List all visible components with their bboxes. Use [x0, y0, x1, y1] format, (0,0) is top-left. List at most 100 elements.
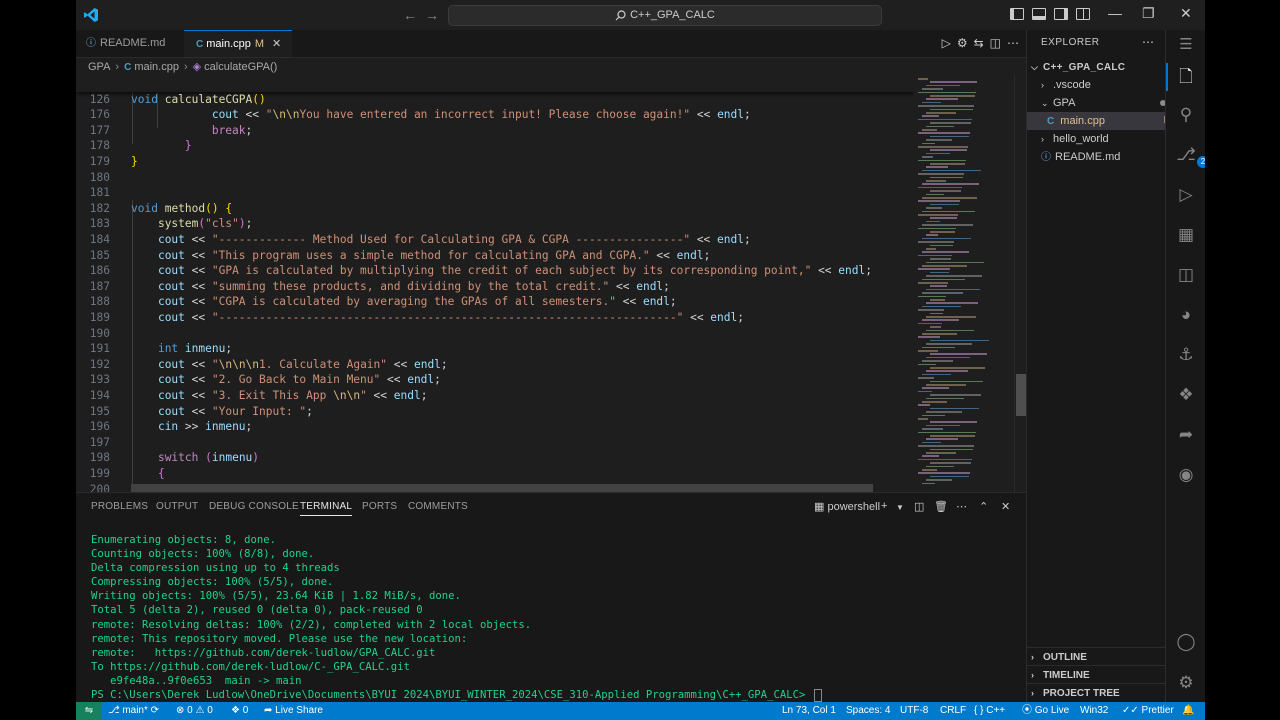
tab-main-cpp[interactable]: Cmain.cpp M ✕: [184, 30, 292, 57]
token: ;: [743, 232, 751, 246]
compare-icon[interactable]: ⇆: [974, 36, 990, 50]
minimap-line: [926, 112, 956, 114]
live-share-button[interactable]: ➦ Live Share: [264, 702, 323, 720]
token: ;: [669, 295, 677, 309]
prettier-label: Prettier: [1141, 705, 1174, 716]
minimap-line: [926, 152, 950, 155]
code-line: 189 cout << "---------------------------…: [76, 294, 744, 324]
ports-count[interactable]: ❖ 0: [231, 702, 248, 720]
code-line: 188 cout << "CGPA is calculated by avera…: [76, 279, 677, 308]
cursor-position[interactable]: Ln 73, Col 1: [782, 702, 836, 720]
settings-gear-icon[interactable]: ⚙: [957, 36, 974, 50]
tree-item-hello-world[interactable]: › hello_world: [1027, 130, 1180, 148]
panel-tab-ports[interactable]: PORTS: [362, 501, 397, 512]
minimap-line: [918, 159, 966, 162]
forward-arrow-icon[interactable]: →: [425, 7, 439, 23]
github-icon[interactable]: ◉: [1175, 464, 1197, 486]
close-tab-icon[interactable]: ✕: [272, 38, 281, 50]
close-window-button[interactable]: ✕: [1180, 5, 1192, 22]
minimize-button[interactable]: —: [1108, 5, 1122, 21]
project-tree-section[interactable]: › PROJECT TREE: [1027, 683, 1170, 702]
timeline-section[interactable]: › TIMELINE: [1027, 665, 1170, 684]
panel-tab-output[interactable]: OUTPUT: [156, 501, 198, 512]
language-mode[interactable]: { } C++: [974, 702, 1005, 720]
problems-count[interactable]: ⊗ 0 ⚠ 0: [176, 702, 213, 720]
command-center-search[interactable]: C++_GPA_CALC: [448, 5, 882, 26]
minimap[interactable]: [914, 76, 1014, 492]
new-terminal-icon[interactable]: +: [881, 500, 887, 512]
account-icon[interactable]: ◯: [1175, 631, 1197, 653]
live-share-icon[interactable]: ➦: [1175, 424, 1197, 446]
panel-tab-debug-console[interactable]: DEBUG CONSOLE: [209, 501, 299, 512]
prettier-button[interactable]: ✓✓ Prettier: [1122, 702, 1174, 720]
code-line: 197: [76, 419, 116, 449]
go-live-button[interactable]: ⦿ Go Live: [1022, 702, 1069, 720]
menu-icon[interactable]: ☰: [1175, 34, 1197, 56]
toggle-primary-sidebar-icon[interactable]: [1010, 8, 1024, 20]
extensions-icon[interactable]: ▦: [1175, 224, 1197, 246]
scrollbar-thumb[interactable]: [1016, 374, 1026, 416]
encoding[interactable]: UTF-8: [900, 702, 928, 720]
breadcrumb-symbol[interactable]: calculateGPA(): [204, 61, 277, 73]
horizontal-scrollbar[interactable]: [131, 484, 873, 492]
restore-button[interactable]: ❐: [1142, 5, 1155, 22]
tree-item-vscode[interactable]: › .vscode: [1027, 76, 1180, 94]
platform[interactable]: Win32: [1080, 702, 1108, 720]
docker-icon[interactable]: ⚓: [1175, 344, 1197, 366]
tree-item-label: GPA: [1053, 97, 1076, 109]
code-editor[interactable]: 126void calculateCGPA() 176 cout << "\n\…: [76, 76, 914, 492]
minimap-line: [918, 458, 972, 461]
chevron-down-icon: ⌄: [1041, 98, 1049, 108]
remote-indicator-icon[interactable]: ⇋: [76, 702, 102, 720]
git-branch[interactable]: ⎇ main* ⟳: [108, 702, 159, 720]
close-panel-icon[interactable]: ✕: [1001, 500, 1010, 513]
tree-item-gpa[interactable]: ⌄ GPA: [1027, 94, 1180, 112]
end-of-line[interactable]: CRLF: [940, 702, 966, 720]
explorer-files-icon[interactable]: 🗋: [1175, 66, 1197, 88]
breadcrumb-folder[interactable]: GPA: [88, 61, 110, 73]
tree-item-main-cpp[interactable]: C main.cpp M: [1027, 112, 1186, 130]
terminal-line: remote: Resolving deltas: 100% (2/2), co…: [91, 618, 532, 631]
split-terminal-icon[interactable]: ◫: [914, 500, 924, 513]
remote-explorer-icon[interactable]: ◫: [1175, 264, 1197, 286]
vscode-window: ← → C++_GPA_CALC — ❐ ✕ ⓘ README.md Cmain.…: [76, 0, 1205, 720]
source-control-icon[interactable]: ⎇ 2: [1175, 144, 1205, 168]
maximize-panel-icon[interactable]: ⌃: [979, 500, 988, 513]
trash-icon[interactable]: 🗑: [934, 500, 948, 513]
source-control-badge: 2: [1197, 156, 1205, 168]
chevron-right-icon: ›: [1031, 688, 1034, 698]
panel-tab-terminal[interactable]: TERMINAL: [300, 501, 353, 516]
manage-gear-icon[interactable]: ⚙: [1175, 672, 1197, 694]
run-debug-icon[interactable]: ▷: [1175, 184, 1197, 206]
code-text: }: [131, 154, 138, 170]
workspace-root[interactable]: ⌵ C++_GPA_CALC: [1027, 58, 1170, 76]
customize-layout-icon[interactable]: [1076, 8, 1090, 20]
python-icon[interactable]: ❖: [1175, 384, 1197, 406]
toggle-secondary-sidebar-icon[interactable]: [1054, 8, 1068, 20]
run-icon[interactable]: ▷: [942, 36, 957, 50]
toggle-panel-icon[interactable]: [1032, 8, 1046, 20]
sticky-scroll-line[interactable]: 126 void calculateCGPA(): [76, 76, 914, 106]
code-text: cout << "GPA is calculated by multiplyin…: [131, 263, 872, 279]
more-actions-icon[interactable]: ⋯: [1007, 36, 1025, 50]
breadcrumb-file[interactable]: main.cpp: [134, 61, 179, 73]
chevron-down-icon[interactable]: ▼: [896, 503, 904, 512]
indentation[interactable]: Spaces: 4: [846, 702, 890, 720]
panel-tab-problems[interactable]: PROBLEMS: [91, 501, 148, 512]
terminal-output[interactable]: Enumerating objects: 8, done. Counting ob…: [91, 533, 822, 702]
tree-item-readme[interactable]: ⓘ README.md: [1027, 148, 1180, 166]
terminal-shell-selector[interactable]: ▦ powershell: [814, 500, 880, 513]
notifications-bell-icon[interactable]: 🔔: [1182, 702, 1194, 720]
back-arrow-icon[interactable]: ←: [403, 7, 417, 23]
more-actions-icon[interactable]: ⋯: [1142, 35, 1154, 49]
panel-tab-comments[interactable]: COMMENTS: [408, 501, 468, 512]
outline-section[interactable]: › OUTLINE: [1027, 647, 1170, 666]
more-actions-icon[interactable]: ⋯: [956, 500, 967, 513]
edge-devtools-icon[interactable]: ◕: [1175, 304, 1197, 326]
minimap-line: [922, 129, 937, 131]
tab-readme[interactable]: ⓘ README.md: [76, 30, 184, 57]
minimap-line: [918, 200, 960, 202]
minimap-line: [926, 207, 942, 209]
search-icon[interactable]: ⚲: [1175, 104, 1197, 126]
split-editor-icon[interactable]: ◫: [990, 36, 1007, 50]
